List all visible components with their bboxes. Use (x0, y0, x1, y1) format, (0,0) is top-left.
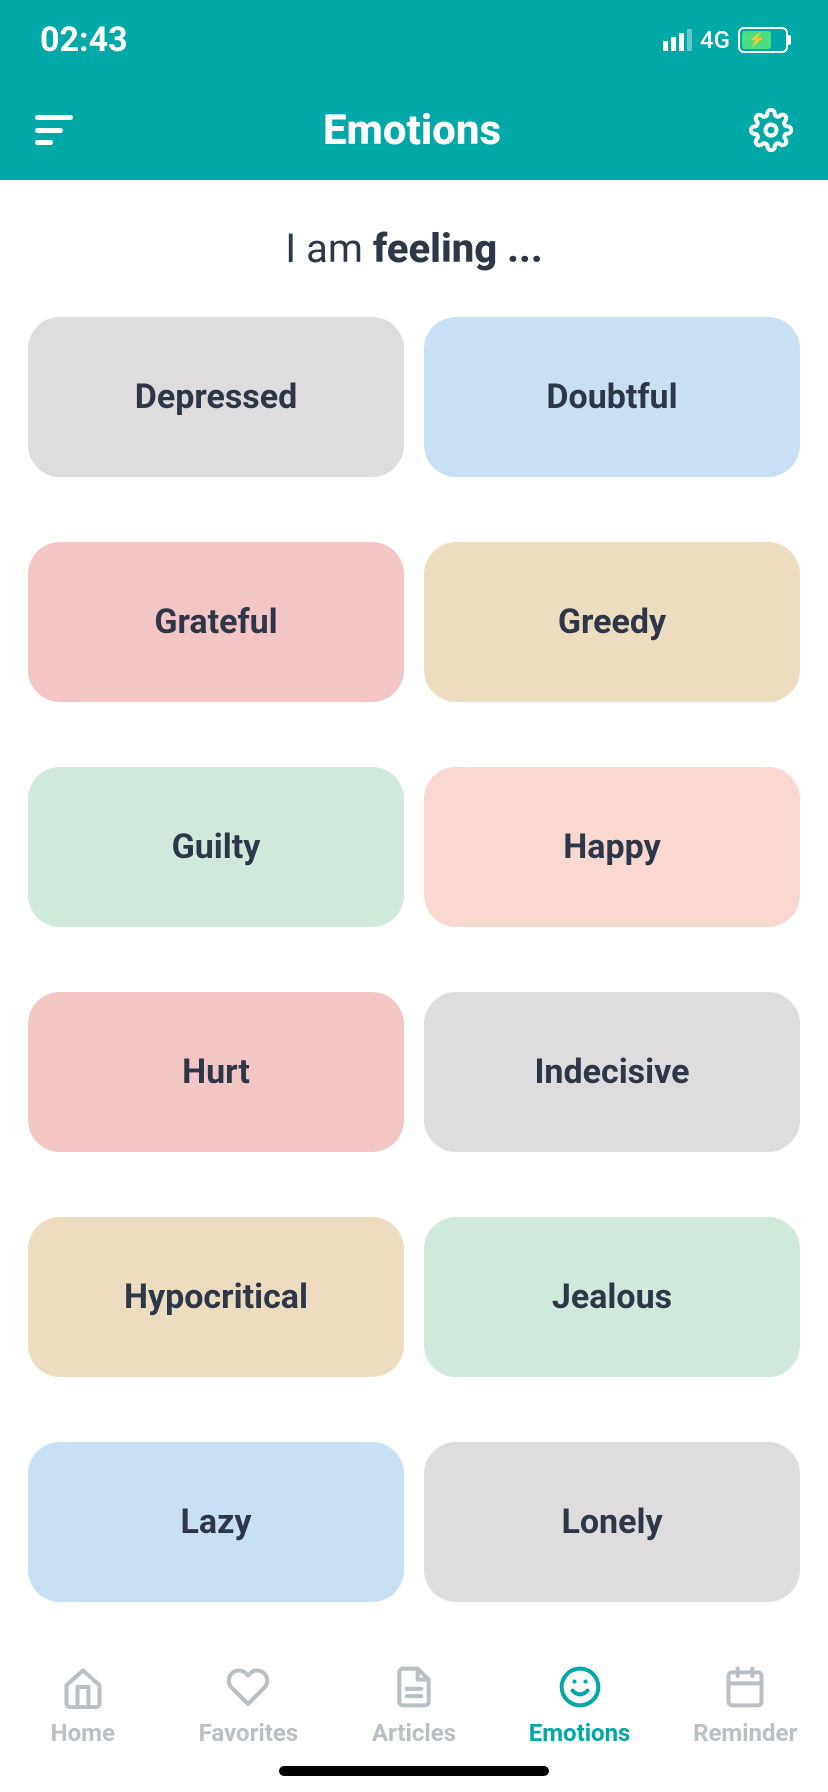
heart-icon (226, 1665, 270, 1709)
document-icon (392, 1665, 436, 1709)
emotion-card-lazy[interactable]: Lazy (28, 1442, 404, 1602)
nav-item-reminder[interactable]: Reminder (670, 1665, 820, 1747)
emotion-card-indecisive[interactable]: Indecisive (424, 992, 800, 1152)
nav-item-emotions[interactable]: Emotions (505, 1665, 655, 1747)
emotion-card-hurt[interactable]: Hurt (28, 992, 404, 1152)
emotion-card-jealous[interactable]: Jealous (424, 1217, 800, 1377)
emotion-card-guilty[interactable]: Guilty (28, 767, 404, 927)
emotion-card-depressed[interactable]: Depressed (28, 317, 404, 477)
header: Emotions (0, 80, 828, 180)
nav-label: Favorites (199, 1719, 299, 1747)
feeling-prompt: I am feeling ... (0, 225, 828, 272)
signal-icon (663, 29, 692, 51)
home-indicator[interactable] (279, 1766, 549, 1776)
emotion-card-grateful[interactable]: Grateful (28, 542, 404, 702)
page-title: Emotions (323, 106, 501, 155)
prompt-prefix: I am (285, 225, 373, 272)
smile-icon (558, 1665, 602, 1709)
nav-label: Articles (372, 1719, 456, 1747)
network-label: 4G (700, 26, 730, 54)
nav-item-favorites[interactable]: Favorites (173, 1665, 323, 1747)
nav-label: Emotions (529, 1719, 631, 1747)
emotion-card-doubtful[interactable]: Doubtful (424, 317, 800, 477)
emotion-card-hypocritical[interactable]: Hypocritical (28, 1217, 404, 1377)
status-indicators: 4G ⚡ (663, 26, 788, 54)
menu-icon[interactable] (35, 115, 75, 145)
status-time: 02:43 (40, 20, 128, 60)
emotion-card-lonely[interactable]: Lonely (424, 1442, 800, 1602)
emotion-card-greedy[interactable]: Greedy (424, 542, 800, 702)
emotion-card-happy[interactable]: Happy (424, 767, 800, 927)
nav-item-articles[interactable]: Articles (339, 1665, 489, 1747)
battery-icon: ⚡ (738, 27, 788, 53)
calendar-icon (723, 1665, 767, 1709)
nav-item-home[interactable]: Home (8, 1665, 158, 1747)
nav-label: Reminder (693, 1719, 797, 1747)
home-icon (61, 1665, 105, 1709)
emotions-grid: DepressedDoubtfulGratefulGreedyGuiltyHap… (0, 317, 828, 1647)
status-bar: 02:43 4G ⚡ (0, 0, 828, 80)
nav-label: Home (51, 1719, 115, 1747)
gear-icon[interactable] (749, 108, 793, 152)
prompt-bold: feeling ... (373, 225, 543, 272)
